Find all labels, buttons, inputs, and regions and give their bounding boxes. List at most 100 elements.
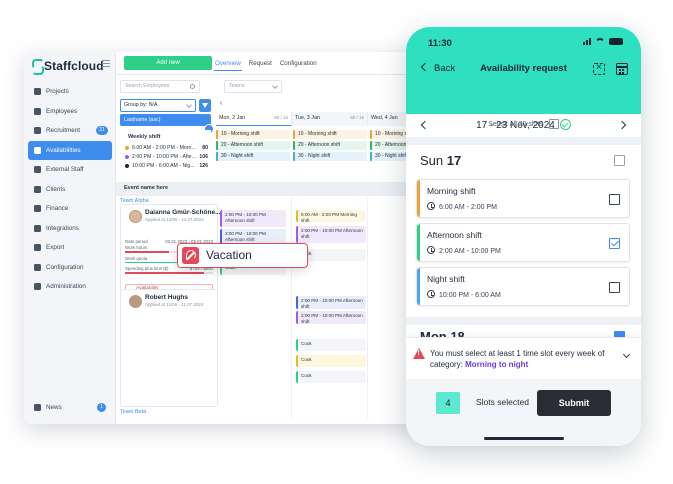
main-area: Add new Overview Request Configuration Sea…	[116, 52, 444, 424]
sidebar-item-support[interactable]: Support	[28, 418, 112, 424]
slots-selected-label: Slots selected	[476, 397, 529, 407]
day-checkbox[interactable]	[614, 155, 625, 166]
shift-card[interactable]: 6:00 AM - 2:00 PM Morning shift	[296, 210, 366, 222]
sidebar-item-recruitment[interactable]: Recruitment 21	[28, 121, 112, 141]
warning-panel[interactable]: You must select at least 1 time slot eve…	[406, 337, 641, 379]
slot-checkbox[interactable]	[609, 238, 620, 249]
vacation-label: Vacation	[206, 248, 252, 262]
warning-icon	[413, 348, 425, 359]
plug-icon	[34, 224, 41, 232]
status-time: 11:30	[428, 38, 452, 49]
shift-pill[interactable]: 20 - Afternoon shift	[216, 141, 290, 150]
slot-checkbox[interactable]	[609, 282, 620, 293]
day-column-header[interactable]: Tue, 3 Jan 80 / 16	[292, 112, 368, 126]
slot-time: 2:00 AM - 10:00 PM	[427, 246, 501, 255]
team-label: Team Beta	[120, 409, 147, 415]
day-heading: Sun 17	[420, 153, 461, 168]
selected-count: 4	[436, 392, 460, 414]
shift-card[interactable]: 2:00 PM - 10:00 PM Afternoon shift	[220, 210, 286, 227]
sidebar-item-integrations[interactable]: Integrations	[28, 219, 112, 239]
signal-icon	[583, 38, 591, 45]
sort-label: Lastname (asc)	[124, 117, 161, 123]
shift-slot-night-shift[interactable]: Night shift 10:00 PM - 6:00 AM	[416, 267, 630, 306]
sort-button[interactable]: Lastname (asc)	[120, 114, 211, 126]
phone-nav-bar: Availability request Back	[406, 61, 641, 81]
chevron-down-icon[interactable]	[622, 350, 631, 359]
sidebar-item-clients[interactable]: Clients	[28, 180, 112, 200]
group-by-select[interactable]: Group by: N/A	[120, 99, 196, 112]
select-all-checkbox[interactable]	[548, 119, 559, 129]
sidebar-item-external-staff[interactable]: External Staff	[28, 160, 112, 180]
shift-count: 126	[199, 162, 208, 169]
shift-pill[interactable]: 30 - Night shift	[216, 152, 290, 161]
sidebar-item-finance[interactable]: Finance	[28, 199, 112, 219]
status-icons	[583, 38, 623, 45]
employee-name: Daianna Gmür-Schöne...	[145, 209, 221, 216]
shift-slot-morning-shift[interactable]: Morning shift 6:00 AM - 2:00 PM	[416, 179, 630, 218]
warning-category-link[interactable]: Morning to night	[465, 360, 528, 369]
prev-week-arrow[interactable]: ‹	[220, 100, 222, 107]
search-icon	[190, 84, 195, 89]
shift-card[interactable]: Cook	[296, 339, 366, 351]
chevron-down-icon	[186, 102, 192, 108]
submit-button[interactable]: Submit	[537, 390, 611, 416]
wallet-icon	[34, 205, 41, 213]
shift-pill[interactable]: 10 - Morning shift	[293, 130, 367, 139]
sidebar-item-export[interactable]: Export	[28, 238, 112, 258]
employee-subtitle: Applied at 11/06 - 11.07.2024	[145, 302, 204, 307]
people-icon	[34, 107, 41, 115]
event-band[interactable]: Event name here	[116, 182, 444, 196]
calendar-icon[interactable]	[616, 63, 628, 75]
shift-card[interactable]: 2:00 PM - 10:00 PM Afternoon shift	[296, 311, 366, 324]
sidebar-item-administration[interactable]: Administration	[28, 277, 112, 297]
group-by-label: Group by: N/A	[124, 102, 158, 108]
shift-label: 10:00 PM - 6:00 AM - Nig...	[132, 162, 195, 169]
add-new-button[interactable]: Add new	[124, 56, 212, 70]
megaphone-icon	[34, 404, 41, 412]
shift-pill[interactable]: 10 - Morning shift	[216, 130, 290, 139]
filter-icon[interactable]	[199, 99, 211, 112]
slot-color-bar	[417, 180, 420, 217]
shift-column: 10 - Morning shift 20 - Afternoon shift 30…	[216, 130, 290, 163]
calendar-icon	[34, 146, 41, 154]
tab-request[interactable]: Request	[248, 60, 273, 67]
weekly-shift-row[interactable]: 10:00 PM - 6:00 AM - Nig... 126	[120, 161, 211, 170]
teams-select[interactable]: Teams	[224, 80, 282, 93]
logo-text: Staffcloud	[44, 59, 104, 73]
phone-header: 11:30 Availability request Back	[406, 27, 641, 114]
tab-configuration[interactable]: Configuration	[279, 60, 318, 67]
shift-card[interactable]: 2:00 PM - 10:00 PM Afternoon shift	[296, 296, 366, 309]
shift-card[interactable]: 2:00 PM - 10:00 PM Afternoon shift	[296, 226, 366, 243]
weekly-shift-row[interactable]: 2:00 PM - 10:00 PM - Afte... 106	[120, 152, 211, 161]
search-input[interactable]: Search Employees	[120, 80, 200, 93]
employee-card[interactable]: Robert Hughs Applied at 11/06 - 11.07.20…	[120, 289, 218, 407]
day-label: Wed, 4 Jan	[371, 115, 398, 121]
sidebar-item-configuration[interactable]: Configuration	[28, 258, 112, 278]
menu-icon[interactable]	[102, 60, 110, 68]
shift-card[interactable]: Cook	[296, 355, 366, 367]
weekly-shift-row[interactable]: 6:00 AM - 2:00 PM - Morn... 80	[120, 143, 211, 152]
day-label: Mon, 2 Jan	[219, 115, 246, 121]
stat-label: Work quota	[125, 255, 148, 261]
shift-card[interactable]: Cook	[296, 371, 366, 383]
sidebar-item-employees[interactable]: Employees	[28, 102, 112, 122]
day-column-header[interactable]: Mon, 2 Jan 80 / 16	[216, 112, 292, 126]
shift-column: 10 - Morning shift 20 - Afternoon shift 30…	[293, 130, 367, 163]
divider	[116, 74, 444, 75]
shift-pill[interactable]: 20 - Afternoon shift	[293, 141, 367, 150]
vacation-badge: Vacation	[177, 243, 308, 268]
wifi-icon	[595, 38, 605, 45]
sidebar-item-news[interactable]: News 1	[28, 398, 112, 418]
shift-count: 106	[199, 153, 208, 160]
tab-overview[interactable]: Overview	[214, 60, 242, 71]
shift-slot-afternoon-shift[interactable]: Afternoon shift 2:00 AM - 10:00 PM	[416, 223, 630, 262]
sidebar-item-projects[interactable]: Projects	[28, 82, 112, 102]
clock-icon	[427, 202, 435, 210]
sidebar-item-availabilities[interactable]: Availabilities	[28, 140, 112, 160]
select-all-row[interactable]: Select all 20 slots	[406, 119, 641, 129]
clock-icon	[427, 246, 435, 254]
back-button[interactable]: Back	[422, 63, 455, 74]
shift-pill[interactable]: 30 - Night shift	[293, 152, 367, 161]
clear-selection-icon[interactable]	[593, 62, 605, 75]
slot-checkbox[interactable]	[609, 194, 620, 205]
